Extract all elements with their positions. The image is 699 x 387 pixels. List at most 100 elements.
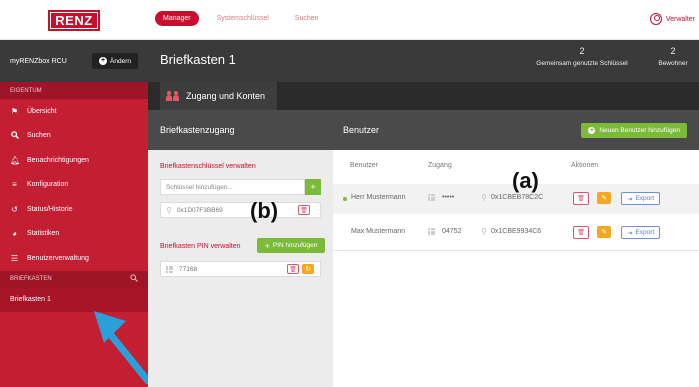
user-pin: 04752 <box>442 228 462 235</box>
add-key-button[interactable]: + <box>305 179 321 195</box>
trash-icon[interactable]: 🗑︎ <box>573 192 589 205</box>
export-label: Export <box>635 195 655 202</box>
trash-icon[interactable]: 🗑︎ <box>298 205 310 215</box>
renz-logo[interactable]: RENZ <box>48 9 100 31</box>
key-icon: ⚲ <box>166 205 172 215</box>
tab-zugang-und-konten[interactable]: Zugang und Konten <box>160 82 278 110</box>
key-add-input[interactable]: Schlüssel hinzufügen... <box>160 179 305 195</box>
export-icon: ⇥ <box>627 229 633 237</box>
user-name: Herr Mustermann <box>351 194 406 201</box>
section-eigentum: EIGENTUM <box>0 82 148 99</box>
column-header-benutzer: Benutzer <box>350 162 379 169</box>
divider <box>333 250 699 251</box>
pin-value: 77168 <box>179 265 198 273</box>
trash-icon[interactable]: 🗑︎ <box>287 264 299 274</box>
refresh-icon[interactable]: ↻ <box>302 264 314 274</box>
sidebar-item-uebersicht[interactable]: ⚑ Übersicht <box>0 99 148 124</box>
table-row[interactable]: Max Mustermann 04752 ⚲ 0x1CBE9934C6 🗑︎ ✎… <box>333 218 699 248</box>
stat-number: 2 <box>670 46 676 56</box>
trash-icon[interactable]: 🗑︎ <box>573 226 589 239</box>
top-nav: Manager Systemschlüssel Suchen <box>155 11 327 26</box>
benutzer-panel: Benutzer + Neuen Benutzer hinzufügen Ben… <box>333 110 699 387</box>
key-icon: ⚲ <box>481 193 487 202</box>
sidebar-item-status-historie[interactable]: ↺ Status/Historie <box>0 197 148 222</box>
page-title: Briefkasten 1 <box>160 52 236 67</box>
pointer-arrow-icon <box>94 311 152 385</box>
bell-icon: 🔔︎ <box>10 155 21 165</box>
keypad-icon <box>166 265 173 273</box>
zugang-panel: Briefkastenzugang Briefkastenschlüssel v… <box>148 110 333 387</box>
key-value: 0x1D07F3BB69 <box>176 206 223 214</box>
sidebar-item-suchen[interactable]: Suchen <box>0 124 148 149</box>
user-pin: ••••• <box>442 194 455 201</box>
pin-row: 77168 🗑︎ ↻ <box>160 261 321 277</box>
plus-circle-icon: + <box>588 126 596 134</box>
user-name: Max Mustermann <box>351 228 406 235</box>
add-user-button[interactable]: + Neuen Benutzer hinzufügen <box>581 122 687 138</box>
nav-manager[interactable]: Manager <box>155 11 199 26</box>
nav-systemschluessel[interactable]: Systemschlüssel <box>209 11 277 26</box>
callout-b: (b) <box>250 198 279 223</box>
add-pin-label: PIN hinzufügen <box>272 242 318 249</box>
sliders-icon: ≡ <box>12 180 17 190</box>
list-icon: ☰ <box>10 253 19 263</box>
change-box-button[interactable]: + Ändern <box>92 53 138 69</box>
export-button[interactable]: ⇥ Export <box>621 192 661 205</box>
keypad-icon <box>428 228 435 235</box>
export-button[interactable]: ⇥ Export <box>621 226 661 239</box>
sidebar-item-label: Benachrichtigungen <box>27 156 89 164</box>
stat-label: Bewohner <box>658 60 688 67</box>
active-dot-icon <box>343 197 347 201</box>
keypad-icon <box>428 194 435 201</box>
sidebar-item-benutzerverwaltung[interactable]: ☰ Benutzerverwaltung <box>0 246 148 271</box>
top-bar: RENZ Manager Systemschlüssel Suchen Verw… <box>0 0 699 40</box>
column-header-aktionen: Aktionen <box>571 162 599 169</box>
stat-residents: 2 Bewohner <box>648 46 698 67</box>
stat-label: Gemeinsam genutzte Schlüssel <box>536 60 628 67</box>
section-eigentum-label: EIGENTUM <box>10 87 42 94</box>
box-selector: myRENZbox RCU + Ändern <box>0 40 148 82</box>
user-key: 0x1CBEB78C2C <box>491 194 544 201</box>
plus-circle-icon: + <box>99 57 108 65</box>
export-icon: ⇥ <box>627 195 633 203</box>
export-label: Export <box>635 229 655 236</box>
zugang-panel-title: Briefkastenzugang <box>148 110 333 150</box>
sidebar-item-benachrichtigungen[interactable]: 🔔︎ Benachrichtigungen <box>0 148 148 173</box>
plus-icon: + <box>264 240 270 251</box>
callout-a: (a) <box>512 168 539 193</box>
column-header-zugang: Zugang <box>428 162 452 169</box>
change-label: Ändern <box>110 57 131 65</box>
keys-label: Briefkastenschlüssel verwalten <box>160 163 256 170</box>
sidebar-item-label: Konfiguration <box>27 181 69 189</box>
add-pin-button[interactable]: + PIN hinzufügen <box>257 238 325 253</box>
section-briefkasten: BRIEFKASTEN <box>0 270 148 288</box>
sidebar-item-statistiken[interactable]: ◕ Statistiken <box>0 222 148 247</box>
sidebar-item-label: Status/Historie <box>27 205 73 213</box>
benutzer-panel-title: Benutzer <box>343 125 380 135</box>
user-menu[interactable]: Verwalter <box>649 13 695 25</box>
nav-suchen[interactable]: Suchen <box>287 11 327 26</box>
sidebar-item-label: Statistiken <box>27 230 60 238</box>
user-label: Verwalter <box>665 15 695 23</box>
user-icon <box>649 13 662 25</box>
section-briefkasten-label: BRIEFKASTEN <box>10 276 52 282</box>
sidebar-item-konfiguration[interactable]: ≡ Konfiguration <box>0 173 148 198</box>
search-icon[interactable] <box>130 274 138 284</box>
flag-icon: ⚑ <box>10 106 19 116</box>
search-icon <box>10 131 19 141</box>
stat-number: 2 <box>579 46 585 56</box>
tab-label: Zugang und Konten <box>186 91 266 101</box>
edit-icon[interactable]: ✎ <box>597 192 611 204</box>
tab-bar: Zugang und Konten <box>148 82 699 110</box>
key-row: ⚲ 0x1D07F3BB69 🗑︎ <box>160 202 321 218</box>
history-icon: ↺ <box>11 204 18 214</box>
box-name: myRENZbox RCU <box>10 57 67 65</box>
logo-area: RENZ <box>0 0 148 40</box>
edit-icon[interactable]: ✎ <box>597 226 611 238</box>
user-key: 0x1CBE9934C6 <box>491 228 542 235</box>
pin-label: Briefkasten PIN verwalten <box>160 243 241 250</box>
sidebar-item-label: Briefkasten 1 <box>10 296 51 304</box>
stat-shared-keys: 2 Gemeinsam genutzte Schlüssel <box>532 46 632 67</box>
pie-chart-icon: ◕ <box>12 229 17 239</box>
users-icon <box>166 91 180 101</box>
